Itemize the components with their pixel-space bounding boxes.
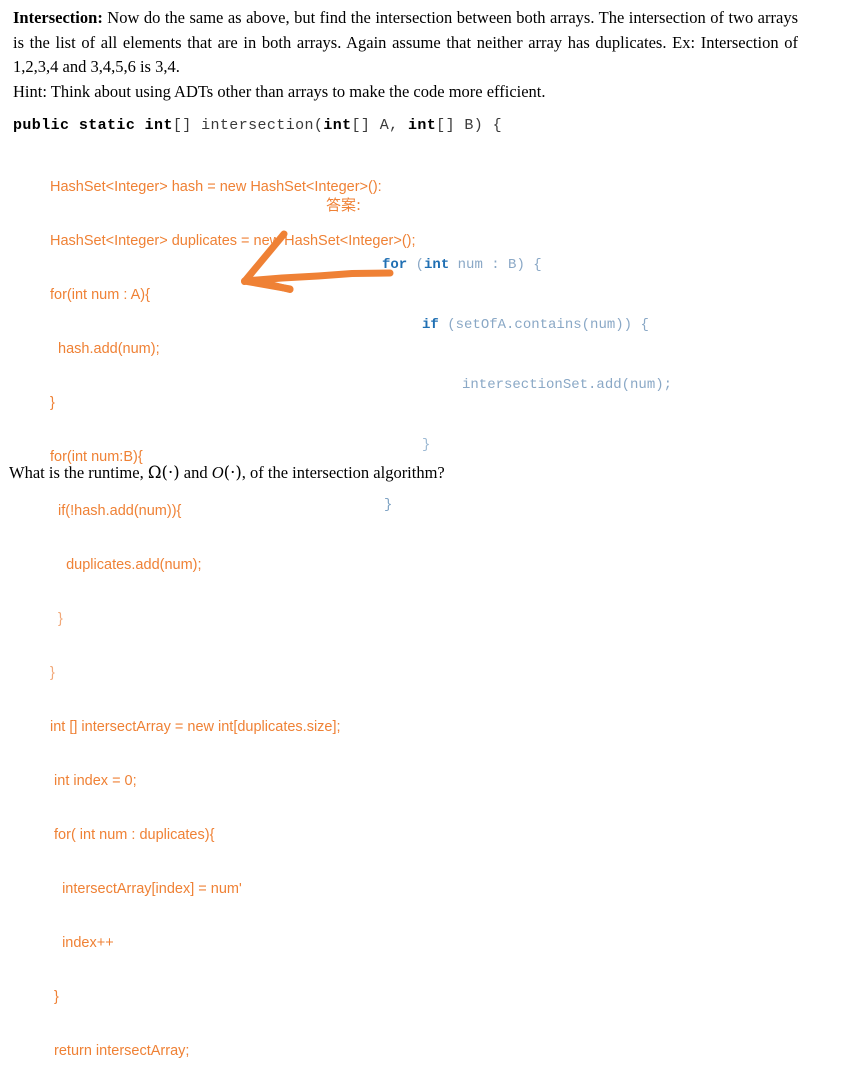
keyword-static: static [78,117,136,134]
keyword-public: public [13,117,70,134]
problem-paragraph: Intersection: Now do the same as above, … [13,6,798,80]
problem-statement: Intersection: Now do the same as above, … [13,6,798,104]
param-b-brackets: [] [436,117,455,134]
keyword-int-param-b: int [407,117,437,134]
keyword-if: if [422,317,439,333]
runtime-question-prefix: What is the runtime, [9,463,148,482]
keyword-int-param-a: int [323,117,352,134]
code-line: } [50,665,55,681]
omega-notation: Ω(·) [147,463,180,482]
code-line: HashSet<Integer> hash = new HashSet<Inte… [50,179,382,195]
big-o-symbol: O [211,463,224,482]
answer-code-line: intersectionSet.add(num); [462,377,673,393]
param-b-name: B) { [454,117,502,134]
runtime-question-suffix: , of the intersection algorithm? [241,463,445,482]
code-line: return intersectArray; [50,1043,190,1059]
answer-code-line: } [422,437,431,453]
code-line: int [] intersectArray = new int[duplicat… [50,719,341,735]
answer-for-rest: num : B) { [449,257,542,273]
answer-code-line: } [384,497,393,513]
method-name: intersection( [191,117,324,134]
answer-label: 答案: [326,196,362,214]
param-a-brackets: [] [351,117,371,134]
keyword-int-return: int [144,117,173,134]
code-line: for( int num : duplicates){ [50,827,215,843]
param-a-name: A, [370,117,408,134]
answer-code-block: for (int num : B) { if (setOfA.contains(… [382,215,672,535]
answer-if-rest: (setOfA.contains(num)) { [438,317,649,333]
keyword-int: int [424,257,450,273]
code-line: } [50,611,63,627]
code-line: } [50,989,59,1005]
code-line: intersectArray[index] = num' [50,881,242,897]
keyword-for: for [382,257,408,273]
code-line: index++ [50,935,114,951]
method-signature: public static int[] intersection(int[] A… [13,117,502,134]
big-o-argument: (·) [223,463,242,482]
code-line: duplicates.add(num); [50,557,202,573]
runtime-question: What is the runtime, Ω(·) and O(·), of t… [9,461,445,485]
code-line: int index = 0; [50,773,137,789]
problem-lead-in: Intersection: [13,8,103,27]
return-array-brackets: [] [172,117,192,134]
runtime-question-conjunction: and [179,463,212,482]
problem-body-text: Now do the same as above, but find the i… [13,8,798,76]
answer-code-line: for (int num : B) { [382,255,672,275]
answer-for-open-paren: ( [407,257,425,273]
problem-hint: Hint: Think about using ADTs other than … [13,81,546,101]
answer-code-line: if (setOfA.contains(num)) { [382,315,672,335]
